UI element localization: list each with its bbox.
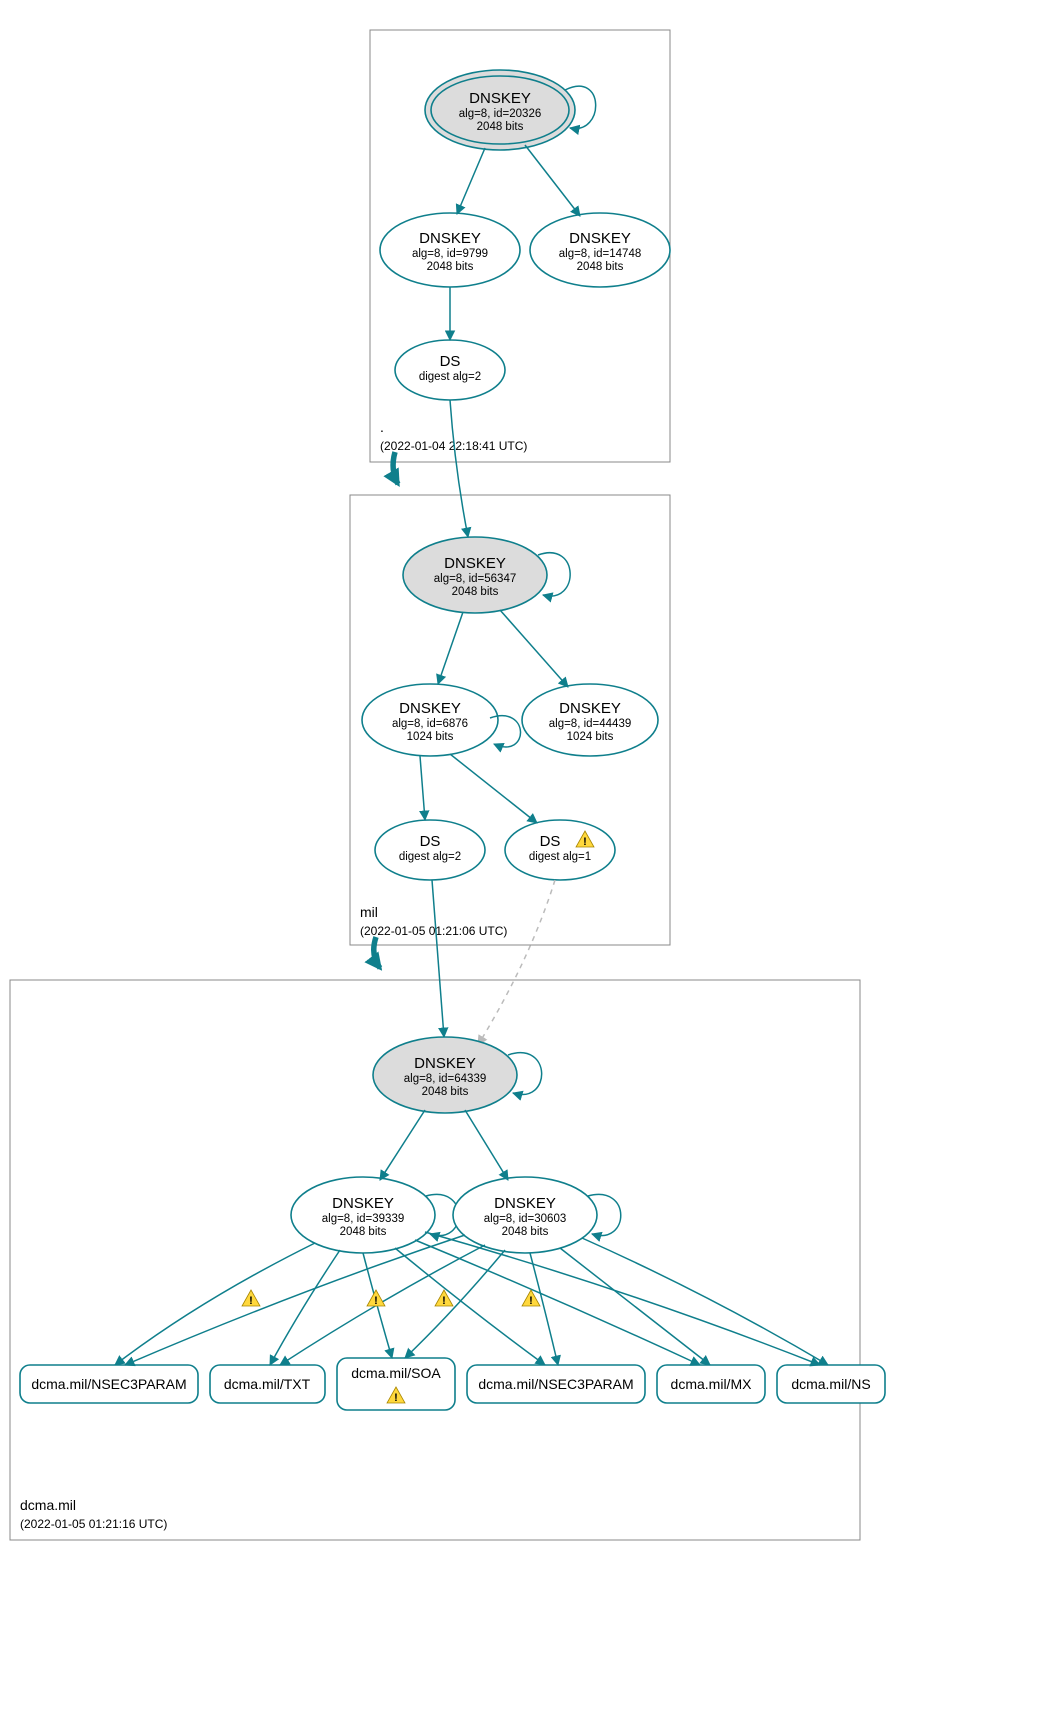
edge xyxy=(457,148,485,214)
edge xyxy=(465,1110,508,1180)
svg-text:DNSKEY: DNSKEY xyxy=(444,555,506,572)
svg-text:alg=8, id=64339: alg=8, id=64339 xyxy=(404,1073,487,1085)
edge xyxy=(500,610,568,687)
svg-text:DS: DS xyxy=(540,833,561,850)
zone-mil-name: mil xyxy=(360,904,378,920)
zone-dcma-name: dcma.mil xyxy=(20,1497,76,1513)
node-root-zsk2: DNSKEY alg=8, id=14748 2048 bits xyxy=(530,213,670,287)
svg-text:dcma.mil/NS: dcma.mil/NS xyxy=(791,1376,870,1392)
svg-text:DNSKEY: DNSKEY xyxy=(414,1055,476,1072)
edge xyxy=(405,1250,505,1358)
svg-text:digest alg=2: digest alg=2 xyxy=(419,371,481,383)
svg-text:2048 bits: 2048 bits xyxy=(477,121,524,133)
edge xyxy=(450,400,468,537)
svg-text:dcma.mil/NSEC3PARAM: dcma.mil/NSEC3PARAM xyxy=(478,1376,633,1392)
svg-text:2048 bits: 2048 bits xyxy=(340,1226,387,1238)
node-mil-zsk1: DNSKEY alg=8, id=6876 1024 bits xyxy=(362,684,498,756)
edge xyxy=(582,1238,828,1365)
edge xyxy=(380,1110,425,1180)
edge xyxy=(270,1250,340,1365)
svg-text:dcma.mil/NSEC3PARAM: dcma.mil/NSEC3PARAM xyxy=(31,1376,186,1392)
svg-text:2048 bits: 2048 bits xyxy=(502,1226,549,1238)
edge xyxy=(425,1232,820,1365)
zone-root-name: . xyxy=(380,419,384,435)
svg-text:alg=8, id=44439: alg=8, id=44439 xyxy=(549,718,632,730)
svg-text:2048 bits: 2048 bits xyxy=(452,586,499,598)
svg-text:DNSKEY: DNSKEY xyxy=(399,700,461,717)
node-dcma-ksk: DNSKEY alg=8, id=64339 2048 bits xyxy=(373,1037,517,1113)
edge xyxy=(395,1248,545,1365)
edge xyxy=(432,880,444,1037)
edge xyxy=(438,612,463,684)
svg-text:DNSKEY: DNSKEY xyxy=(559,700,621,717)
svg-text:2048 bits: 2048 bits xyxy=(577,261,624,273)
edge xyxy=(525,145,580,216)
record-r2: dcma.mil/TXT xyxy=(210,1365,325,1403)
edge xyxy=(420,756,425,820)
record-r3: dcma.mil/SOA xyxy=(337,1358,455,1410)
svg-text:DNSKEY: DNSKEY xyxy=(494,1195,556,1212)
svg-text:DNSKEY: DNSKEY xyxy=(469,90,531,107)
svg-text:DNSKEY: DNSKEY xyxy=(419,230,481,247)
svg-text:alg=8, id=56347: alg=8, id=56347 xyxy=(434,573,517,585)
node-root-zsk1: DNSKEY alg=8, id=9799 2048 bits xyxy=(380,213,520,287)
svg-text:2048 bits: 2048 bits xyxy=(427,261,474,273)
node-mil-ds2: DS digest alg=1 xyxy=(505,820,615,880)
node-mil-zsk2: DNSKEY alg=8, id=44439 1024 bits xyxy=(522,684,658,756)
svg-text:digest alg=2: digest alg=2 xyxy=(399,851,461,863)
svg-text:DS: DS xyxy=(440,353,461,370)
record-r1: dcma.mil/NSEC3PARAM xyxy=(20,1365,198,1403)
edge-dashed xyxy=(478,880,555,1045)
edge xyxy=(450,754,537,823)
warning-icon xyxy=(242,1290,260,1307)
zone-arrow-root-mil xyxy=(393,452,398,484)
record-r6: dcma.mil/NS xyxy=(777,1365,885,1403)
zone-arrow-mil-dcma xyxy=(374,937,380,968)
svg-text:alg=8, id=30603: alg=8, id=30603 xyxy=(484,1213,567,1225)
node-mil-ds1: DS digest alg=2 xyxy=(375,820,485,880)
node-mil-ksk: DNSKEY alg=8, id=56347 2048 bits xyxy=(403,537,547,613)
node-dcma-zsk2: DNSKEY alg=8, id=30603 2048 bits xyxy=(453,1177,597,1253)
edge xyxy=(530,1253,558,1365)
svg-text:alg=8, id=14748: alg=8, id=14748 xyxy=(559,248,642,260)
svg-text:dcma.mil/SOA: dcma.mil/SOA xyxy=(351,1365,441,1381)
svg-text:alg=8, id=20326: alg=8, id=20326 xyxy=(459,108,542,120)
edge xyxy=(115,1243,315,1365)
svg-text:2048 bits: 2048 bits xyxy=(422,1086,469,1098)
record-r5: dcma.mil/MX xyxy=(657,1365,765,1403)
svg-text:DNSKEY: DNSKEY xyxy=(332,1195,394,1212)
dnssec-graph: ! . (2022-01-04 22:18:41 UTC) DNSKEY alg… xyxy=(0,0,1060,1720)
edge xyxy=(560,1248,710,1365)
zone-mil-ts: (2022-01-05 01:21:06 UTC) xyxy=(360,924,507,938)
node-root-ksk: DNSKEY alg=8, id=20326 2048 bits xyxy=(425,70,575,150)
node-root-ds: DS digest alg=2 xyxy=(395,340,505,400)
svg-text:dcma.mil/MX: dcma.mil/MX xyxy=(671,1376,753,1392)
svg-text:1024 bits: 1024 bits xyxy=(567,731,614,743)
warning-icon xyxy=(367,1290,385,1307)
svg-text:alg=8, id=39339: alg=8, id=39339 xyxy=(322,1213,405,1225)
edge xyxy=(125,1235,465,1365)
svg-text:alg=8, id=6876: alg=8, id=6876 xyxy=(392,718,468,730)
zone-dcma-ts: (2022-01-05 01:21:16 UTC) xyxy=(20,1517,167,1531)
svg-text:digest alg=1: digest alg=1 xyxy=(529,851,591,863)
svg-text:DNSKEY: DNSKEY xyxy=(569,230,631,247)
node-dcma-zsk1: DNSKEY alg=8, id=39339 2048 bits xyxy=(291,1177,435,1253)
svg-text:DS: DS xyxy=(420,833,441,850)
svg-text:dcma.mil/TXT: dcma.mil/TXT xyxy=(224,1376,311,1392)
svg-text:1024 bits: 1024 bits xyxy=(407,731,454,743)
record-r4: dcma.mil/NSEC3PARAM xyxy=(467,1365,645,1403)
svg-text:alg=8, id=9799: alg=8, id=9799 xyxy=(412,248,488,260)
